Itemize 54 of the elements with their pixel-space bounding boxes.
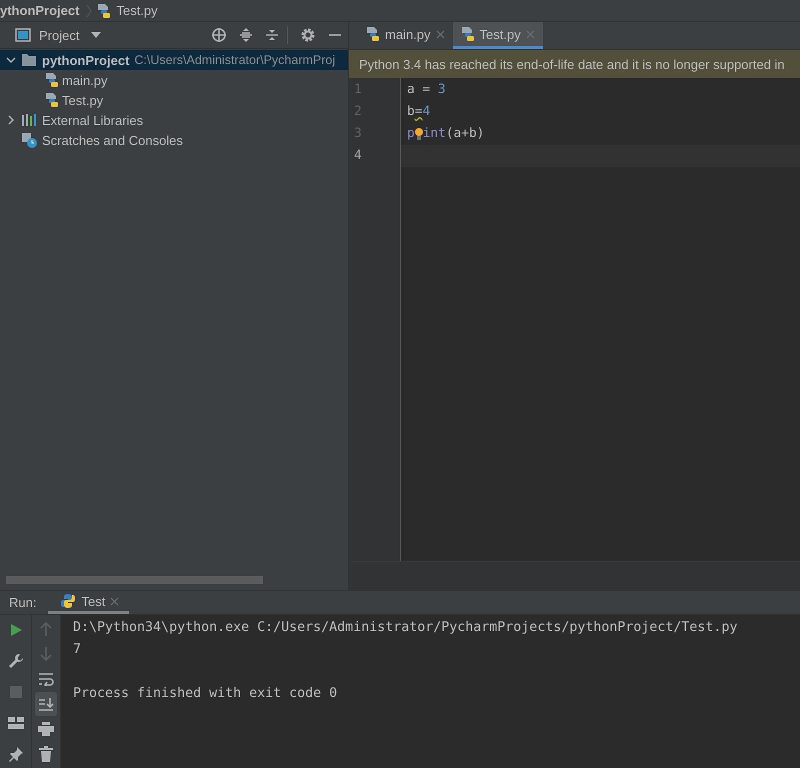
tree-label: External Libraries (42, 112, 144, 128)
tree-item[interactable]: Scratches and Consoles (0, 130, 348, 150)
chevron-right-icon[interactable] (6, 115, 16, 125)
settings-icon[interactable] (300, 27, 316, 43)
scrollbar-thumb[interactable] (6, 576, 263, 584)
python-file-icon (45, 92, 59, 108)
collapse-all-icon[interactable] (265, 27, 279, 43)
file-tab[interactable]: Test.py (452, 22, 543, 49)
folder-icon (21, 53, 37, 67)
tree-item[interactable]: Test.py (0, 90, 348, 110)
breadcrumb-item[interactable]: Test.py (116, 3, 158, 18)
panel-title[interactable]: Project (39, 28, 80, 42)
tree-item[interactable]: pythonProject C:\Users\Administrator\PycharmProj (0, 50, 348, 70)
banner-text: Python 3.4 has reached its end-of-life date and it is no longer supported in (359, 56, 785, 72)
code-token: int (422, 125, 446, 143)
folder-path: C:\Users\Administrator\PycharmProj (134, 53, 336, 67)
lightbulb-icon[interactable] (414, 126, 423, 142)
expand-all-icon[interactable] (239, 27, 253, 43)
code-token: 4 (422, 103, 430, 121)
tab-label: Test.py (480, 26, 521, 42)
library-icon (21, 113, 37, 127)
python-icon (60, 593, 76, 609)
line-number: 4 (353, 147, 363, 165)
target-icon[interactable] (211, 27, 227, 43)
breadcrumb-item[interactable]: ythonProject (0, 3, 80, 18)
scroll-end-icon[interactable] (35, 692, 57, 716)
python-file-icon (366, 26, 380, 42)
code-token: = (414, 103, 422, 121)
panel-icon (15, 28, 31, 42)
python-file-icon (45, 72, 59, 88)
tree-item[interactable]: External Libraries (0, 110, 348, 130)
python-file-icon (460, 26, 475, 42)
tab-label: main.py (385, 26, 431, 42)
tree-label: Scratches and Consoles (42, 132, 183, 148)
chevron-icon (86, 4, 92, 18)
scratches-icon (21, 132, 37, 148)
tab-label: Test (81, 594, 106, 608)
run-label: Run: (9, 595, 36, 610)
console-line: D:\Python34\python.exe C:/Users/Administrator/PycharmProjects/pythonProject/Test.py (73, 619, 738, 637)
dropdown-icon[interactable] (91, 32, 102, 38)
console-line: 7 (73, 641, 82, 659)
tree-item[interactable]: main.py (0, 70, 348, 90)
code-token: p (407, 125, 415, 143)
python-file-icon (97, 2, 112, 18)
chevron-down-icon[interactable] (6, 56, 16, 64)
code-token: (a+b) (446, 125, 484, 143)
tree-label: Test.py (62, 92, 104, 108)
console-line: Process finished with exit code 0 (73, 685, 338, 703)
code-token: 3 (438, 81, 446, 99)
tree-label: main.py (62, 72, 108, 88)
code-token: a = (407, 81, 432, 99)
file-tab[interactable]: main.py (358, 22, 453, 49)
code-token: b (407, 103, 415, 121)
tree-label: pythonProject (42, 52, 130, 68)
